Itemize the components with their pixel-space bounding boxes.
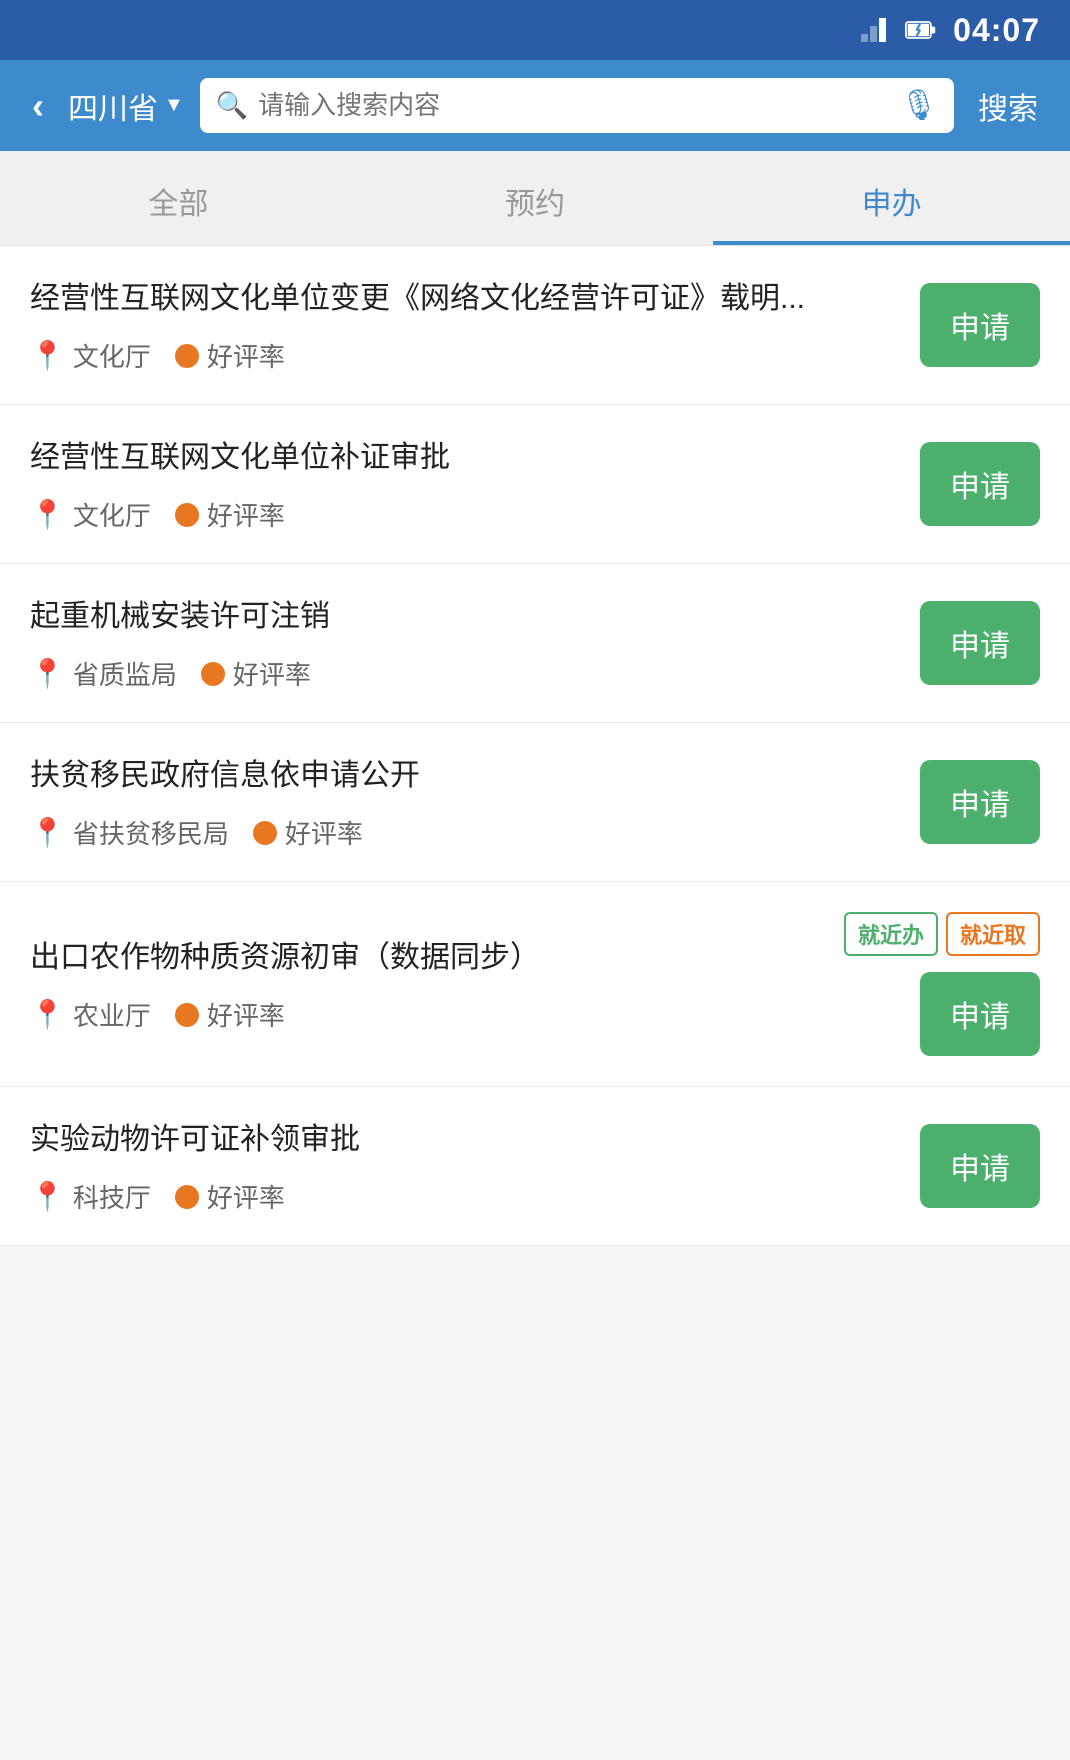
item-content: 经营性互联网文化单位变更《网络文化经营许可证》载明... 📍 文化厅 好评率 (30, 276, 900, 374)
apply-button[interactable]: 申请 (920, 283, 1040, 367)
department-label: 省扶贫移民局 (73, 814, 229, 851)
rating-dot-icon (253, 821, 277, 845)
region-label: 四川省 (68, 84, 158, 128)
department-tag: 📍 科技厅 (30, 1178, 151, 1215)
tabs-container: 全部 预约 申办 (0, 151, 1070, 246)
item-right: 申请 (920, 1124, 1040, 1208)
rating-label: 好评率 (285, 814, 363, 851)
item-content: 经营性互联网文化单位补证审批 📍 文化厅 好评率 (30, 435, 900, 533)
item-right: 就近办就近取 申请 (844, 912, 1040, 1056)
department-tag: 📍 农业厅 (30, 996, 151, 1033)
search-input[interactable] (258, 90, 890, 121)
voice-icon[interactable]: 🎙 (900, 88, 938, 123)
item-content: 扶贫移民政府信息依申请公开 📍 省扶贫移民局 好评率 (30, 753, 900, 851)
region-selector[interactable]: 四川省 ▼ (68, 84, 184, 128)
list-item: 扶贫移民政府信息依申请公开 📍 省扶贫移民局 好评率 申请 (0, 723, 1070, 882)
apply-button[interactable]: 申请 (920, 972, 1040, 1056)
rating-tag: 好评率 (201, 655, 311, 692)
item-title: 出口农作物种质资源初审（数据同步） (30, 935, 824, 980)
item-content: 实验动物许可证补领审批 📍 科技厅 好评率 (30, 1117, 900, 1215)
item-meta: 📍 农业厅 好评率 (30, 996, 824, 1033)
rating-label: 好评率 (233, 655, 311, 692)
badge-green: 就近办 (844, 912, 938, 956)
location-pin-icon: 📍 (30, 998, 65, 1031)
item-right: 申请 (920, 760, 1040, 844)
item-content: 起重机械安装许可注销 📍 省质监局 好评率 (30, 594, 900, 692)
rating-dot-icon (175, 1003, 199, 1027)
item-title: 经营性互联网文化单位补证审批 (30, 435, 900, 480)
apply-button[interactable]: 申请 (920, 760, 1040, 844)
apply-button[interactable]: 申请 (920, 442, 1040, 526)
rating-tag: 好评率 (253, 814, 363, 851)
rating-dot-icon (175, 503, 199, 527)
department-tag: 📍 省扶贫移民局 (30, 814, 229, 851)
badges-container: 就近办就近取 (844, 912, 1040, 956)
item-content: 出口农作物种质资源初审（数据同步） 📍 农业厅 好评率 (30, 935, 824, 1033)
rating-label: 好评率 (207, 337, 285, 374)
signal-icon (861, 18, 889, 42)
search-icon: 🔍 (216, 90, 248, 121)
location-pin-icon: 📍 (30, 816, 65, 849)
item-title: 扶贫移民政府信息依申请公开 (30, 753, 900, 798)
rating-label: 好评率 (207, 496, 285, 533)
item-title: 实验动物许可证补领审批 (30, 1117, 900, 1162)
item-right: 申请 (920, 283, 1040, 367)
rating-dot-icon (201, 662, 225, 686)
item-meta: 📍 科技厅 好评率 (30, 1178, 900, 1215)
list-item: 经营性互联网文化单位补证审批 📍 文化厅 好评率 申请 (0, 405, 1070, 564)
rating-label: 好评率 (207, 1178, 285, 1215)
department-label: 科技厅 (73, 1178, 151, 1215)
department-label: 农业厅 (73, 996, 151, 1033)
item-right: 申请 (920, 442, 1040, 526)
list-item: 经营性互联网文化单位变更《网络文化经营许可证》载明... 📍 文化厅 好评率 申… (0, 246, 1070, 405)
items-list: 经营性互联网文化单位变更《网络文化经营许可证》载明... 📍 文化厅 好评率 申… (0, 246, 1070, 1246)
back-button[interactable]: ‹ (24, 81, 52, 131)
rating-dot-icon (175, 344, 199, 368)
status-bar: 04:07 (0, 0, 1070, 60)
location-pin-icon: 📍 (30, 657, 65, 690)
item-meta: 📍 文化厅 好评率 (30, 496, 900, 533)
list-item: 实验动物许可证补领审批 📍 科技厅 好评率 申请 (0, 1087, 1070, 1246)
location-pin-icon: 📍 (30, 498, 65, 531)
search-box[interactable]: 🔍 🎙 (200, 78, 954, 133)
rating-tag: 好评率 (175, 996, 285, 1033)
department-tag: 📍 文化厅 (30, 337, 151, 374)
department-tag: 📍 省质监局 (30, 655, 177, 692)
rating-tag: 好评率 (175, 337, 285, 374)
rating-dot-icon (175, 1185, 199, 1209)
battery-icon (905, 18, 937, 42)
tab-all[interactable]: 全部 (0, 151, 357, 245)
list-item: 出口农作物种质资源初审（数据同步） 📍 农业厅 好评率 就近办就近取 申请 (0, 882, 1070, 1087)
item-meta: 📍 省质监局 好评率 (30, 655, 900, 692)
search-button[interactable]: 搜索 (970, 80, 1046, 132)
region-dropdown-icon: ▼ (164, 94, 184, 117)
apply-button[interactable]: 申请 (920, 1124, 1040, 1208)
item-right: 申请 (920, 601, 1040, 685)
badge-orange: 就近取 (946, 912, 1040, 956)
item-meta: 📍 省扶贫移民局 好评率 (30, 814, 900, 851)
department-label: 文化厅 (73, 496, 151, 533)
location-pin-icon: 📍 (30, 339, 65, 372)
department-label: 文化厅 (73, 337, 151, 374)
item-title: 起重机械安装许可注销 (30, 594, 900, 639)
rating-label: 好评率 (207, 996, 285, 1033)
rating-tag: 好评率 (175, 496, 285, 533)
rating-tag: 好评率 (175, 1178, 285, 1215)
tab-apply[interactable]: 申办 (713, 151, 1070, 245)
apply-button[interactable]: 申请 (920, 601, 1040, 685)
item-title: 经营性互联网文化单位变更《网络文化经营许可证》载明... (30, 276, 900, 321)
location-pin-icon: 📍 (30, 1180, 65, 1213)
department-label: 省质监局 (73, 655, 177, 692)
department-tag: 📍 文化厅 (30, 496, 151, 533)
tab-reservation[interactable]: 预约 (357, 151, 714, 245)
status-time: 04:07 (953, 12, 1040, 49)
list-item: 起重机械安装许可注销 📍 省质监局 好评率 申请 (0, 564, 1070, 723)
app-header: ‹ 四川省 ▼ 🔍 🎙 搜索 (0, 60, 1070, 151)
item-meta: 📍 文化厅 好评率 (30, 337, 900, 374)
